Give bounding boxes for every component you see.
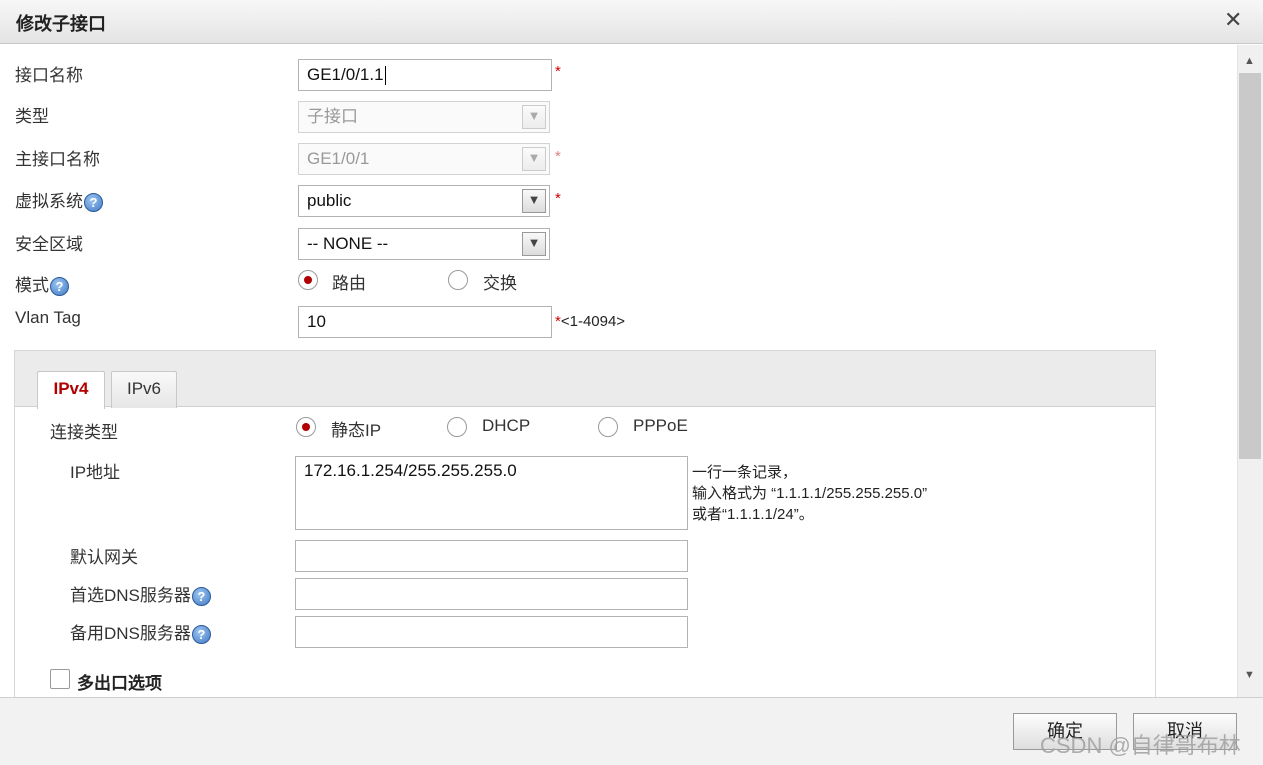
text-caret: [384, 66, 386, 86]
vertical-scrollbar[interactable]: ▲ ▼: [1237, 45, 1263, 697]
dns-primary-label-text: 首选DNS服务器: [70, 586, 191, 605]
dns-secondary-label-text: 备用DNS服务器: [70, 624, 191, 643]
chevron-down-icon: ▼: [522, 105, 546, 129]
mode-route-radio[interactable]: [298, 270, 318, 290]
gateway-label: 默认网关: [70, 548, 138, 567]
scrollbar-thumb[interactable]: [1239, 73, 1261, 459]
dhcp-radio[interactable]: [447, 417, 467, 437]
vlan-tag-label: Vlan Tag: [15, 308, 81, 327]
static-ip-radio[interactable]: [296, 417, 316, 437]
help-icon[interactable]: ?: [84, 193, 103, 213]
required-mark: *: [555, 190, 561, 207]
mode-label: 模式?: [15, 271, 69, 297]
security-zone-value: -- NONE --: [307, 234, 389, 253]
required-mark: *: [555, 63, 561, 80]
dialog-title: 修改子接口: [16, 14, 106, 34]
security-zone-label: 安全区域: [15, 235, 83, 254]
ip-settings-panel: IPv4 IPv6 连接类型 静态IP DHCP PPPoE IP地址 172.…: [14, 350, 1156, 697]
dialog-footer: 确定 取消 CSDN @自律哥布林: [0, 697, 1263, 765]
multi-egress-label[interactable]: 多出口选项: [77, 669, 162, 694]
mode-switch-radio[interactable]: [448, 270, 468, 290]
chevron-down-icon: ▼: [522, 147, 546, 171]
required-mark: *: [555, 148, 561, 165]
dns-primary-input[interactable]: [295, 578, 688, 610]
mode-label-text: 模式: [15, 276, 49, 295]
vlan-tag-value: 10: [307, 312, 326, 331]
main-interface-label: 主接口名称: [15, 150, 100, 169]
scroll-up-icon[interactable]: ▲: [1244, 55, 1255, 67]
dhcp-label[interactable]: DHCP: [482, 416, 530, 436]
dns-primary-label: 首选DNS服务器?: [70, 581, 211, 607]
close-icon[interactable]: ✕: [1224, 8, 1242, 32]
interface-name-label: 接口名称: [15, 66, 83, 85]
ip-address-hint-line: 或者“1.1.1.1/24”。: [692, 506, 814, 523]
mode-switch-label[interactable]: 交换: [483, 269, 517, 294]
ip-tab-bar: IPv4 IPv6: [15, 351, 1155, 409]
vlan-tag-input[interactable]: 10: [298, 306, 552, 338]
virtual-system-value: public: [307, 191, 352, 210]
mode-route-label[interactable]: 路由: [332, 269, 366, 294]
virtual-system-label-text: 虚拟系统: [15, 192, 83, 211]
vlan-tag-range: <1-4094>: [560, 313, 626, 330]
type-label: 类型: [15, 107, 49, 126]
connection-type-label: 连接类型: [50, 423, 118, 442]
pppoe-radio[interactable]: [598, 417, 618, 437]
gateway-input[interactable]: [295, 540, 688, 572]
security-zone-select[interactable]: -- NONE -- ▼: [298, 228, 550, 260]
tab-ipv4[interactable]: IPv4: [37, 371, 105, 409]
static-ip-label[interactable]: 静态IP: [331, 416, 381, 441]
ip-address-textarea[interactable]: 172.16.1.254/255.255.255.0: [295, 456, 688, 530]
ip-address-hint-line: 一行一条记录，: [692, 464, 798, 481]
interface-name-value: GE1/0/1.1: [307, 65, 384, 84]
ip-address-label: IP地址: [70, 463, 121, 482]
ip-address-hint: 一行一条记录， 输入格式为 “1.1.1.1/255.255.255.0” 或者…: [692, 462, 927, 525]
type-value: 子接口: [307, 107, 358, 126]
help-icon[interactable]: ?: [191, 625, 211, 645]
main-interface-select: GE1/0/1 ▼: [298, 143, 550, 175]
watermark: CSDN @自律哥布林: [1040, 733, 1241, 758]
dns-secondary-label: 备用DNS服务器?: [70, 619, 211, 645]
vlan-tag-hint: *<1-4094>: [555, 313, 625, 330]
pppoe-label[interactable]: PPPoE: [633, 416, 688, 436]
dns-secondary-input[interactable]: [295, 616, 688, 648]
virtual-system-select[interactable]: public ▼: [298, 185, 550, 217]
main-interface-value: GE1/0/1: [307, 149, 370, 168]
multi-egress-checkbox[interactable]: [50, 669, 70, 689]
tab-ipv6[interactable]: IPv6: [111, 371, 177, 408]
interface-name-input[interactable]: GE1/0/1.1: [298, 59, 552, 91]
ip-address-hint-line: 输入格式为 “1.1.1.1/255.255.255.0”: [692, 485, 928, 502]
dialog-content: 接口名称 GE1/0/1.1 * 类型 子接口 ▼ 主接口名称 GE1/0/1 …: [0, 45, 1237, 697]
type-select: 子接口 ▼: [298, 101, 550, 133]
help-icon[interactable]: ?: [191, 587, 211, 607]
chevron-down-icon[interactable]: ▼: [522, 189, 546, 213]
dialog-titlebar: 修改子接口 ✕: [0, 0, 1263, 44]
virtual-system-label: 虚拟系统?: [15, 187, 103, 213]
chevron-down-icon[interactable]: ▼: [522, 232, 546, 256]
scroll-down-icon[interactable]: ▼: [1244, 669, 1255, 681]
help-icon[interactable]: ?: [50, 277, 69, 297]
